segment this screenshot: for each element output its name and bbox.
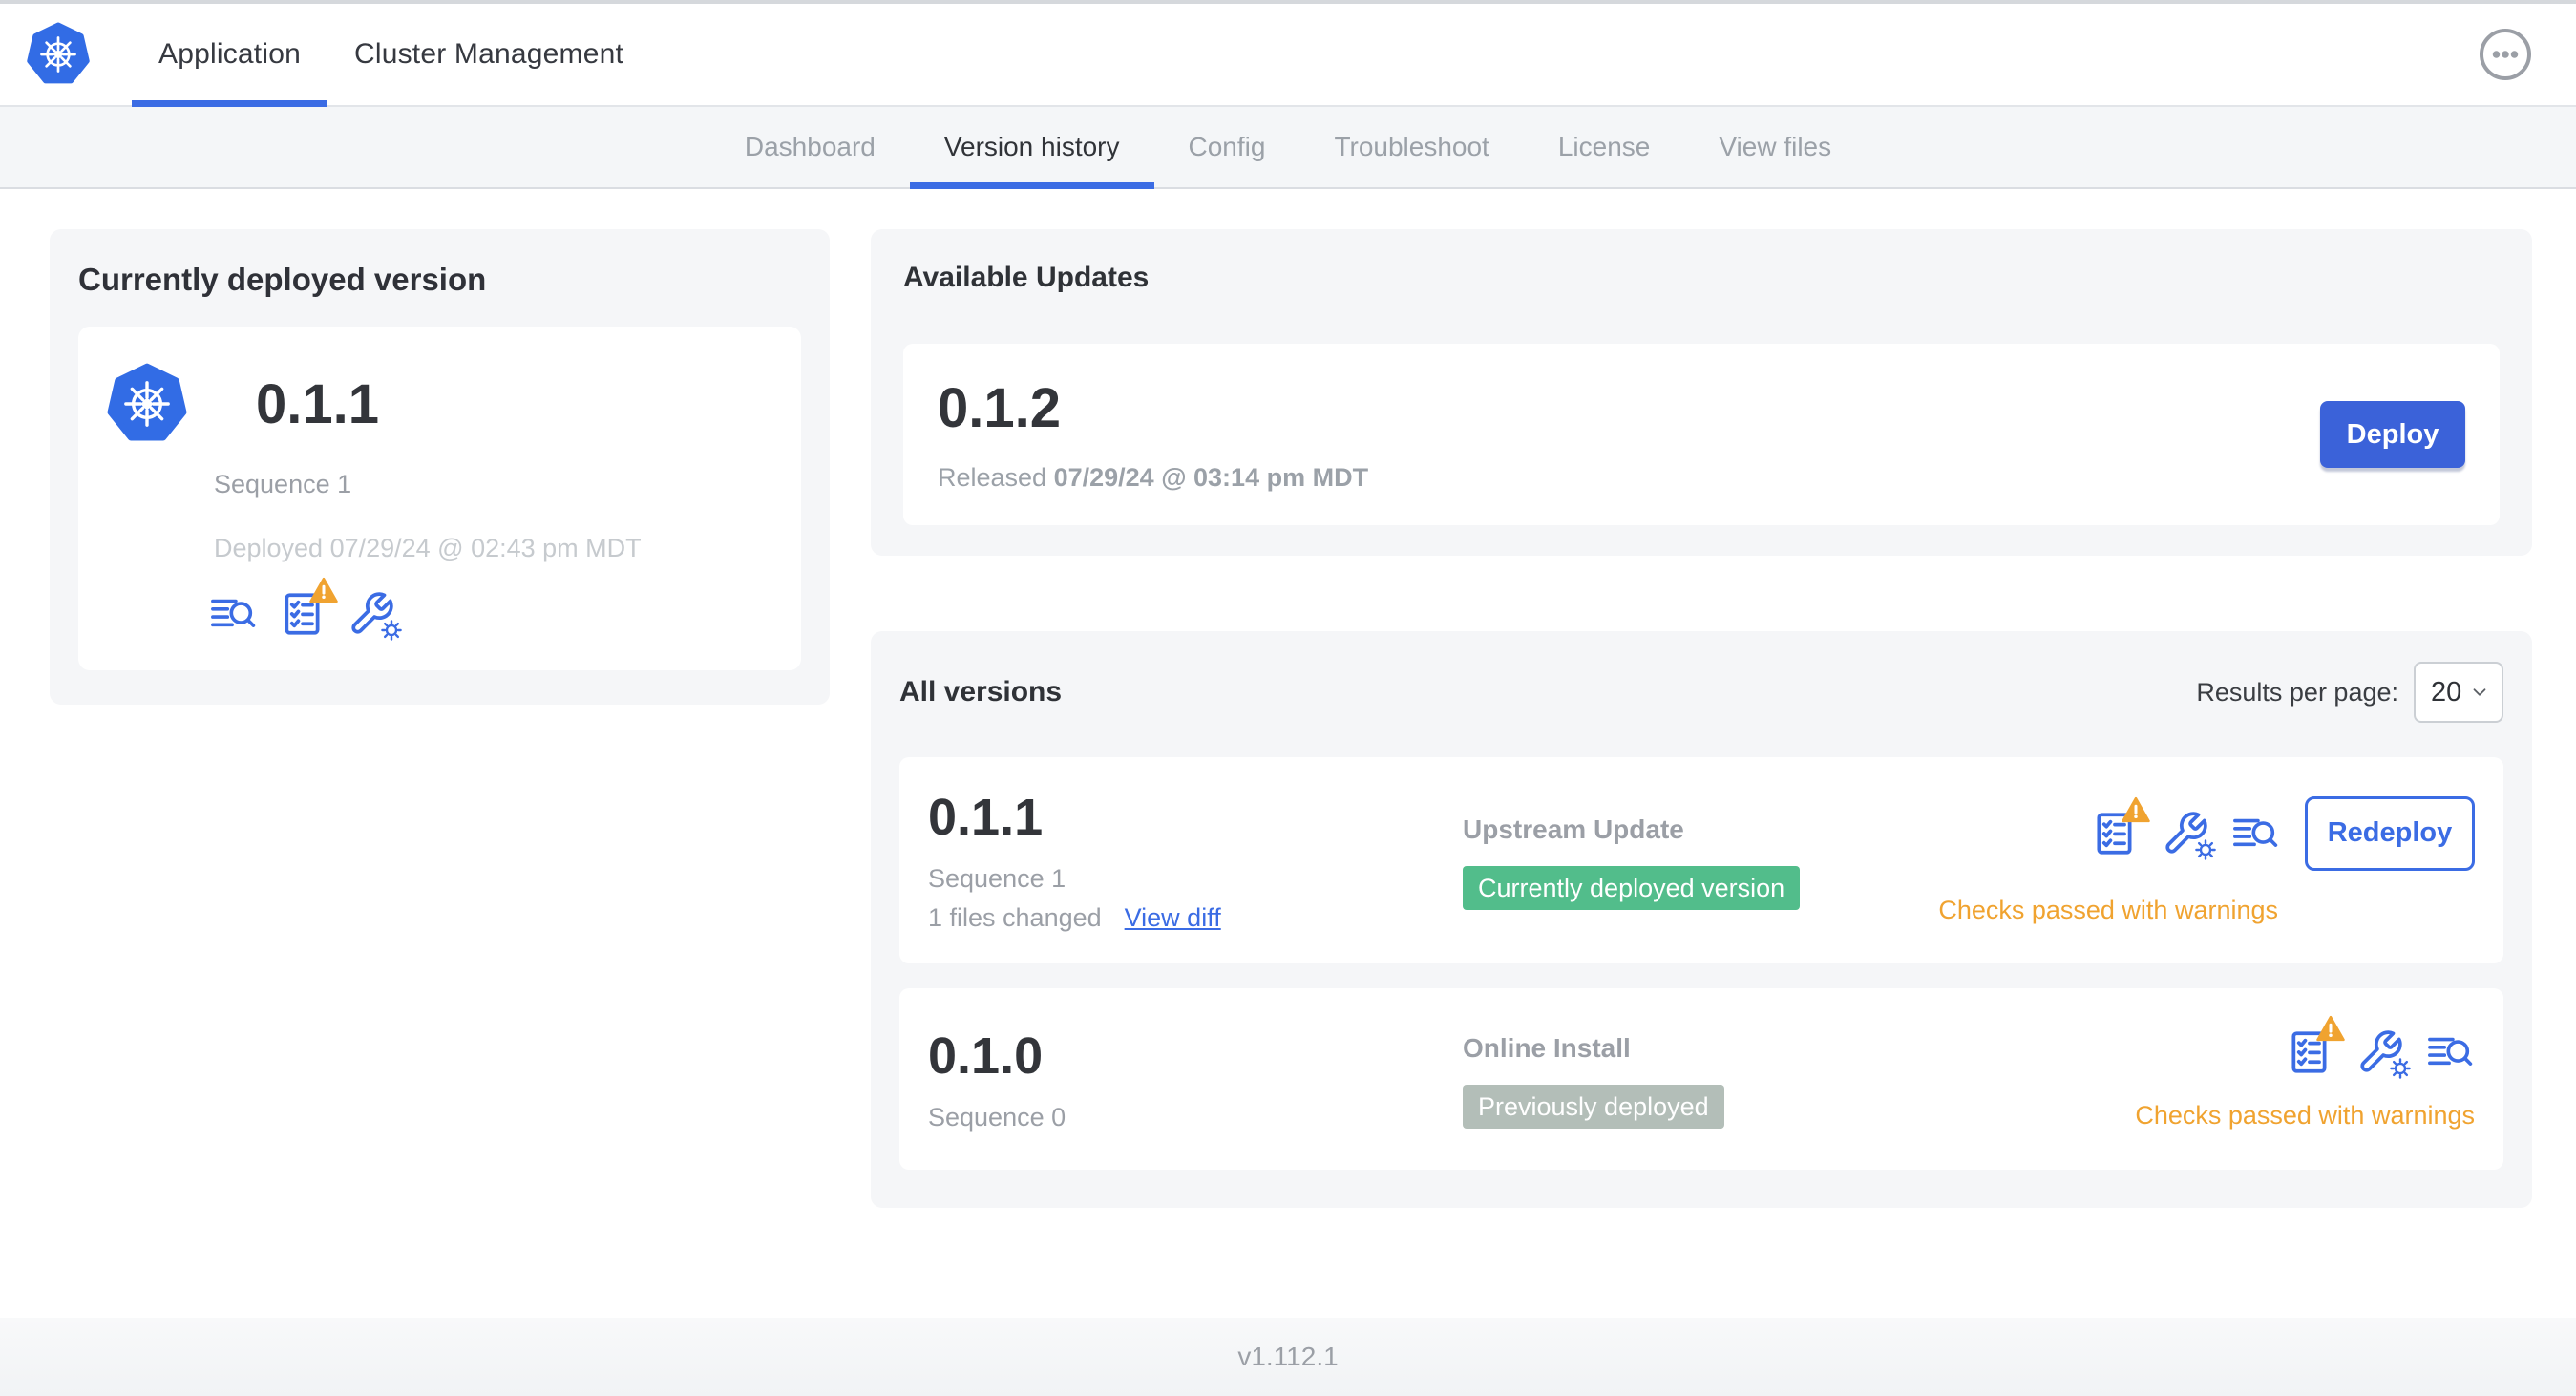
- view-diff-link[interactable]: View diff: [1125, 903, 1221, 933]
- deploy-button[interactable]: Deploy: [2320, 401, 2465, 468]
- deploy-logs-icon[interactable]: [2427, 1028, 2475, 1076]
- tab-application[interactable]: Application: [132, 4, 327, 107]
- tab-config[interactable]: Config: [1154, 107, 1300, 187]
- chevron-down-icon: [2473, 688, 2486, 696]
- preflight-status-text: Checks passed with warnings: [2135, 1100, 2475, 1130]
- deployed-version-number: 0.1.1: [256, 372, 379, 435]
- deployed-version-actions: [210, 577, 772, 641]
- all-versions-title: All versions: [899, 676, 1063, 708]
- available-updates-panel: Available Updates 0.1.2 Released 07/29/2…: [871, 229, 2532, 556]
- deploy-logs-icon: [2233, 818, 2278, 847]
- preflight-checks-warning-icon[interactable]: [2091, 796, 2150, 857]
- previously-deployed-badge: Previously deployed: [1463, 1085, 1724, 1129]
- console-version: v1.112.1: [1237, 1342, 1339, 1371]
- row-source: Online Install: [1463, 1033, 1631, 1063]
- config-icon[interactable]: [2162, 810, 2216, 860]
- warning-triangle-icon: [2316, 1015, 2345, 1041]
- update-released-line: Released 07/29/24 @ 03:14 pm MDT: [938, 463, 1369, 492]
- all-versions-panel: All versions Results per page: 20 0.1.1 …: [871, 631, 2532, 1208]
- tab-license[interactable]: License: [1524, 107, 1685, 187]
- deploy-logs-icon[interactable]: [210, 590, 258, 638]
- preflight-checks-warning-icon[interactable]: [2286, 1015, 2345, 1076]
- available-updates-title: Available Updates: [903, 262, 1150, 293]
- app-icon: [107, 363, 187, 445]
- row-version-number: 0.1.0: [928, 1026, 1044, 1085]
- preflight-status-text: Checks passed with warnings: [1938, 895, 2278, 924]
- app-subnav: Dashboard Version history Config Trouble…: [0, 107, 2576, 189]
- row-source: Upstream Update: [1463, 814, 1684, 844]
- currently-deployed-badge: Currently deployed version: [1463, 866, 1801, 910]
- deployed-sequence: Sequence 1: [214, 470, 352, 498]
- more-options-button[interactable]: [2477, 26, 2534, 83]
- warning-triangle-icon: [2122, 796, 2150, 822]
- currently-deployed-title: Currently deployed version: [78, 262, 487, 297]
- deploy-logs-icon: [2428, 1037, 2473, 1066]
- gear-icon: [2390, 1057, 2411, 1079]
- tab-troubleshoot[interactable]: Troubleshoot: [1299, 107, 1523, 187]
- top-bar: Application Cluster Management: [0, 4, 2576, 107]
- results-per-page-select[interactable]: 20: [2414, 662, 2503, 723]
- right-column: Available Updates 0.1.2 Released 07/29/2…: [871, 229, 2532, 1208]
- row-sequence: Sequence 1: [928, 864, 1066, 893]
- row-sequence: Sequence 0: [928, 1102, 1066, 1132]
- deploy-logs-icon[interactable]: [2232, 810, 2280, 857]
- tab-version-history[interactable]: Version history: [909, 107, 1154, 189]
- redeploy-button[interactable]: Redeploy: [2305, 795, 2475, 871]
- config-icon[interactable]: [2356, 1028, 2411, 1079]
- row-files-changed: 1 files changed: [928, 903, 1102, 932]
- tab-dashboard[interactable]: Dashboard: [710, 107, 910, 187]
- gear-icon: [2195, 838, 2216, 860]
- app-footer: v1.112.1: [0, 1318, 2576, 1396]
- deploy-logs-icon: [211, 599, 256, 627]
- kubernetes-logo-icon: [27, 22, 90, 87]
- row-version-number: 0.1.1: [928, 789, 1044, 846]
- ellipsis-icon: [2480, 29, 2531, 80]
- tab-view-files[interactable]: View files: [1684, 107, 1866, 187]
- update-version-number: 0.1.2: [938, 377, 1061, 439]
- results-per-page-label: Results per page:: [2196, 677, 2398, 707]
- main-content: Currently deployed version 0.1.1 Sequenc…: [0, 189, 2576, 1208]
- tab-cluster-management[interactable]: Cluster Management: [327, 4, 650, 105]
- config-icon[interactable]: [348, 590, 402, 641]
- version-row-0-1-0: 0.1.0 Sequence 0 Online Install Previous…: [899, 988, 2503, 1170]
- currently-deployed-card: 0.1.1 Sequence 1 Deployed 07/29/24 @ 02:…: [78, 327, 801, 670]
- deployed-timestamp: Deployed 07/29/24 @ 02:43 pm MDT: [214, 534, 642, 562]
- currently-deployed-panel: Currently deployed version 0.1.1 Sequenc…: [50, 229, 830, 705]
- gear-icon: [381, 620, 402, 641]
- warning-triangle-icon: [309, 577, 338, 603]
- version-row-0-1-1: 0.1.1 Sequence 1 1 files changed View di…: [899, 757, 2503, 963]
- available-update-card: 0.1.2 Released 07/29/24 @ 03:14 pm MDT D…: [903, 344, 2500, 525]
- top-tabs: Application Cluster Management: [132, 4, 650, 107]
- preflight-checks-warning-icon[interactable]: [279, 577, 338, 638]
